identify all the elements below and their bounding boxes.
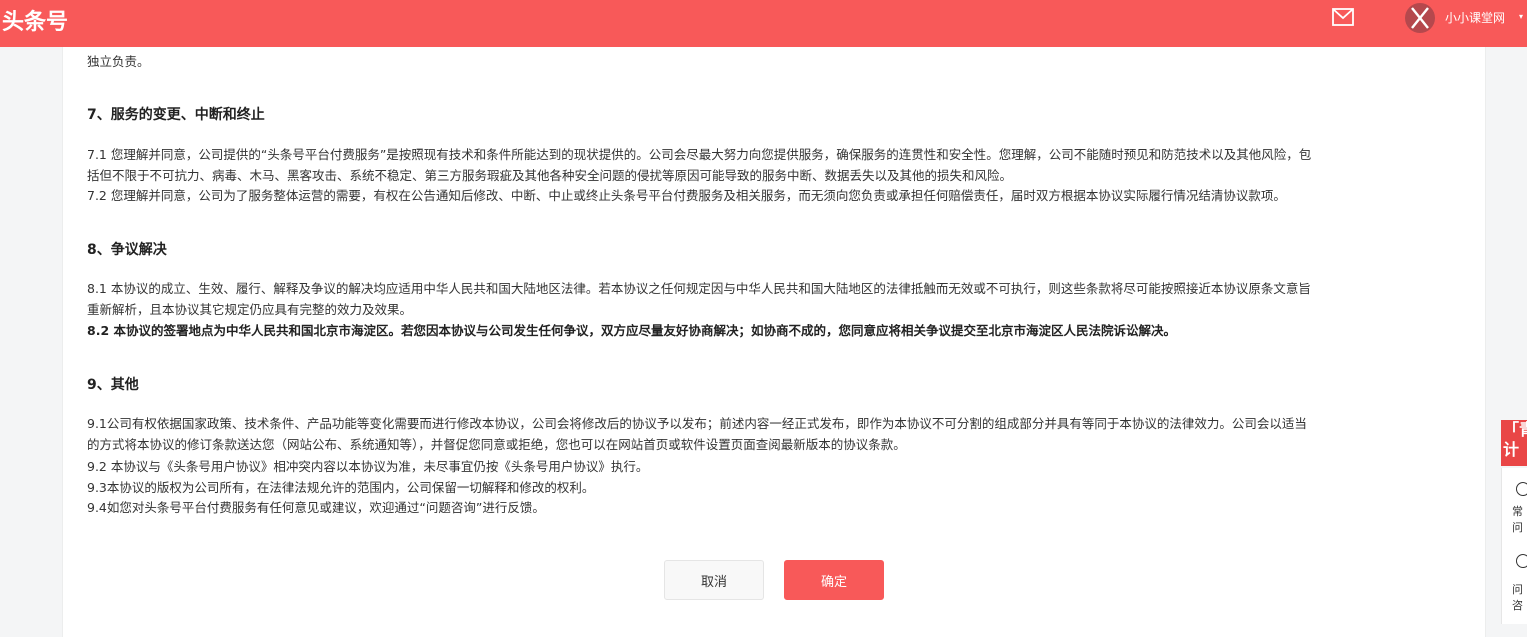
section-9-1-line1: 9.1公司有权依据国家政策、技术条件、产品功能等变化需要而进行修改本协议，公司会… <box>87 416 1307 431</box>
promo-banner-line2: 计 <box>1503 440 1520 459</box>
section-8-2: 8.2 本协议的签署地点为中华人民共和国北京市海淀区。若您因本协议与公司发生任何… <box>87 323 1176 338</box>
section-8-title: 8、争议解决 <box>87 242 167 258</box>
section-8-1-line2: 重新解析，且本协议其它规定仍应具有完整的效力及效果。 <box>87 302 413 317</box>
section-9-2: 9.2 本协议与《头条号用户协议》相冲突内容以本协议为准，未尽事宜仍按《头条号用… <box>87 459 649 474</box>
side-help-panel: 常 问 问 咨 <box>1501 468 1527 624</box>
promo-banner[interactable]: 「青 计 <box>1501 420 1527 466</box>
confirm-button[interactable]: 确定 <box>784 560 884 600</box>
promo-banner-line1: 「青 <box>1503 420 1527 439</box>
consult-label-1[interactable]: 问 <box>1512 582 1527 598</box>
section-7-2: 7.2 您理解并同意，公司为了服务整体运营的需要，有权在公告通知后修改、中断、中… <box>87 188 1286 203</box>
question-icon[interactable] <box>1516 482 1527 496</box>
username[interactable]: 小小课堂网 <box>1445 9 1505 26</box>
cancel-button[interactable]: 取消 <box>664 560 764 600</box>
faq-label-2[interactable]: 问 <box>1512 520 1527 536</box>
section-9-1-line2: 的方式将本协议的修订条款送达您（网站公布、系统通知等），并督促您同意或拒绝，您也… <box>87 437 906 452</box>
avatar[interactable] <box>1405 3 1435 33</box>
mail-icon[interactable] <box>1332 8 1354 26</box>
section-9-3: 9.3本协议的版权为公司所有，在法律法规允许的范围内，公司保留一切解释和修改的权… <box>87 480 595 495</box>
section-8-1-line1: 8.1 本协议的成立、生效、履行、解释及争议的解决均应适用中华人民共和国大陆地区… <box>87 281 1311 296</box>
consult-label-2[interactable]: 咨 <box>1512 598 1527 614</box>
faq-label-1[interactable]: 常 <box>1512 504 1527 520</box>
app-logo[interactable]: 头条号 <box>2 4 68 36</box>
close-icon <box>1411 7 1429 29</box>
section-7-1-line2: 括但不限于不可抗力、病毒、木马、黑客攻击、系统不稳定、第三方服务瑕疵及其他各种安… <box>87 168 1013 183</box>
paragraph-tail: 独立负责。 <box>87 54 150 69</box>
section-7-1-line1: 7.1 您理解并同意，公司提供的“头条号平台付费服务”是按照现有技术和条件所能达… <box>87 147 1312 162</box>
section-9-title: 9、其他 <box>87 377 139 393</box>
chevron-down-icon[interactable]: ▾ <box>1519 12 1523 21</box>
section-7-title: 7、服务的变更、中断和终止 <box>87 107 265 123</box>
agreement-card: 独立负责。 7、服务的变更、中断和终止 7.1 您理解并同意，公司提供的“头条号… <box>62 47 1486 637</box>
top-header: 头条号 小小课堂网 ▾ <box>0 0 1527 47</box>
section-9-4: 9.4如您对头条号平台付费服务有任何意见或建议，欢迎通过“问题咨询”进行反馈。 <box>87 500 545 515</box>
headset-icon[interactable] <box>1516 554 1527 568</box>
